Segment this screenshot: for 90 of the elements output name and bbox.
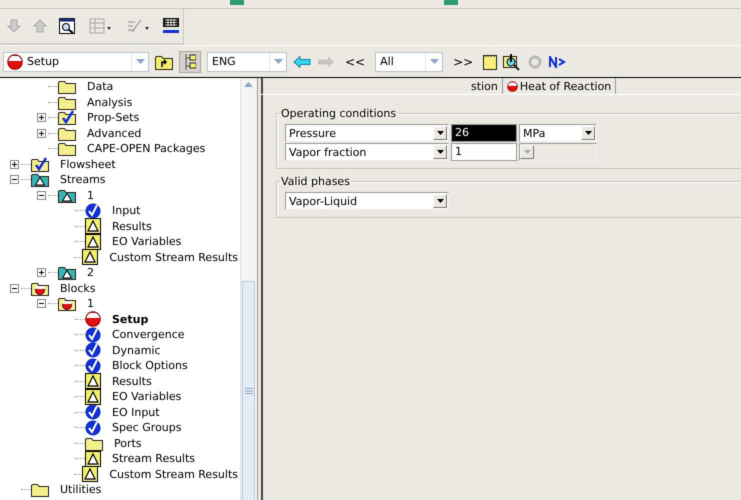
value-field[interactable]: 1	[451, 143, 517, 161]
check-icon	[85, 420, 101, 436]
half-circle-icon	[7, 54, 23, 70]
warning-folder-icon	[58, 265, 76, 280]
next-input-icon[interactable]	[549, 56, 568, 68]
collapse-icon[interactable]	[10, 175, 19, 184]
tree-item[interactable]: Results	[110, 220, 154, 233]
tree-item[interactable]: Setup	[110, 312, 150, 326]
warning-folder-icon	[58, 188, 76, 203]
tab[interactable]: stion	[467, 78, 503, 94]
group-title: Operating conditions	[280, 107, 398, 120]
tab[interactable]: Heat of Reaction	[502, 78, 616, 94]
folder-icon	[58, 126, 76, 141]
warning-icon	[85, 373, 101, 390]
tree-item[interactable]: EO Variables	[110, 390, 184, 404]
tree-item[interactable]: Blocks	[58, 282, 98, 295]
warning-icon	[85, 218, 101, 234]
tree-view-icon[interactable]	[184, 52, 196, 70]
tree-item[interactable]: Streams	[58, 173, 108, 186]
warning-folder-icon	[31, 172, 49, 188]
left-arrow-icon[interactable]	[293, 56, 311, 68]
expand-icon[interactable]	[10, 160, 19, 169]
previous-button[interactable]: <<	[341, 54, 370, 68]
folder-icon	[58, 94, 76, 110]
notepad-icon[interactable]	[483, 54, 498, 70]
folder-up-icon[interactable]	[155, 54, 173, 70]
tree-item[interactable]: 2	[85, 266, 96, 280]
tree-item[interactable]: Flowsheet	[58, 158, 118, 171]
tree-item[interactable]: EO Variables	[110, 235, 184, 248]
collapse-icon[interactable]	[37, 190, 46, 200]
next-button[interactable]: >>	[449, 54, 478, 68]
tree-item[interactable]: Dynamic	[110, 344, 163, 357]
tree-item[interactable]: CAPE-OPEN Packages	[85, 142, 208, 156]
half-circle-icon	[506, 80, 518, 92]
tree-item[interactable]: Results	[110, 374, 154, 388]
group-title: Valid phases	[280, 175, 351, 188]
checked-folder-icon	[58, 110, 76, 126]
tree-item[interactable]: Stream Results	[110, 452, 198, 466]
tree-item[interactable]: 1	[85, 188, 96, 202]
checked-folder-icon	[31, 156, 49, 172]
search-icon[interactable]	[59, 18, 75, 34]
tree-item[interactable]: Prop-Sets	[85, 111, 142, 124]
warning-icon	[85, 450, 101, 467]
warning-icon	[85, 234, 101, 250]
check-icon	[85, 326, 101, 343]
tree-item[interactable]: 1	[85, 297, 96, 310]
half-circle-folder-icon	[58, 296, 76, 312]
tree-item[interactable]: Utilities	[58, 483, 104, 496]
tree-view-button[interactable]	[179, 50, 201, 72]
warning-icon	[82, 249, 98, 266]
warning-icon	[85, 388, 101, 405]
collapse-icon[interactable]	[10, 284, 19, 293]
half-circle-icon	[85, 311, 101, 328]
value-field[interactable]: 26	[451, 124, 517, 142]
tree-item[interactable]: Spec Groups	[110, 421, 184, 434]
warning-icon	[82, 466, 98, 482]
units-selector[interactable]: ENG	[207, 52, 287, 72]
spec-dropdown[interactable]: Pressure	[285, 124, 449, 142]
half-circle-folder-icon	[31, 280, 49, 296]
folder-icon	[31, 482, 49, 498]
tree-item[interactable]: Block Options	[110, 359, 190, 372]
filter-selector[interactable]: All	[375, 52, 444, 72]
tree-item[interactable]: EO Input	[110, 406, 162, 419]
check-icon	[85, 404, 101, 420]
check-icon	[85, 202, 101, 219]
tree-item[interactable]: Custom Stream Results	[107, 468, 240, 481]
spec-dropdown[interactable]: Vapor fraction	[285, 143, 449, 161]
expand-icon[interactable]	[37, 268, 46, 278]
expand-icon[interactable]	[37, 128, 46, 138]
check-icon	[85, 342, 101, 358]
tree-item[interactable]: Custom Stream Results	[107, 250, 240, 264]
tree-item[interactable]: Data	[85, 80, 116, 94]
tree-item[interactable]: Advanced	[85, 126, 144, 140]
form-selector[interactable]: Setup	[3, 52, 149, 72]
tree-item[interactable]: Ports	[112, 436, 144, 450]
inspect-icon[interactable]	[503, 52, 522, 70]
scrollbar[interactable]	[240, 78, 257, 500]
matrix-icon[interactable]	[163, 18, 179, 34]
unit-dropdown[interactable]: MPa	[519, 124, 597, 142]
expand-icon[interactable]	[37, 113, 46, 122]
folder-icon	[85, 436, 103, 451]
folder-icon	[58, 141, 76, 156]
folder-icon	[58, 79, 76, 94]
scrollbar-thumb[interactable]	[242, 281, 255, 500]
phases-dropdown[interactable]: Vapor-Liquid	[285, 192, 449, 210]
collapse-icon[interactable]	[37, 299, 46, 308]
tree-item[interactable]: Input	[110, 204, 142, 218]
check-icon	[85, 358, 101, 374]
tree-item[interactable]: Convergence	[110, 328, 187, 342]
tree-item[interactable]: Analysis	[85, 96, 134, 109]
